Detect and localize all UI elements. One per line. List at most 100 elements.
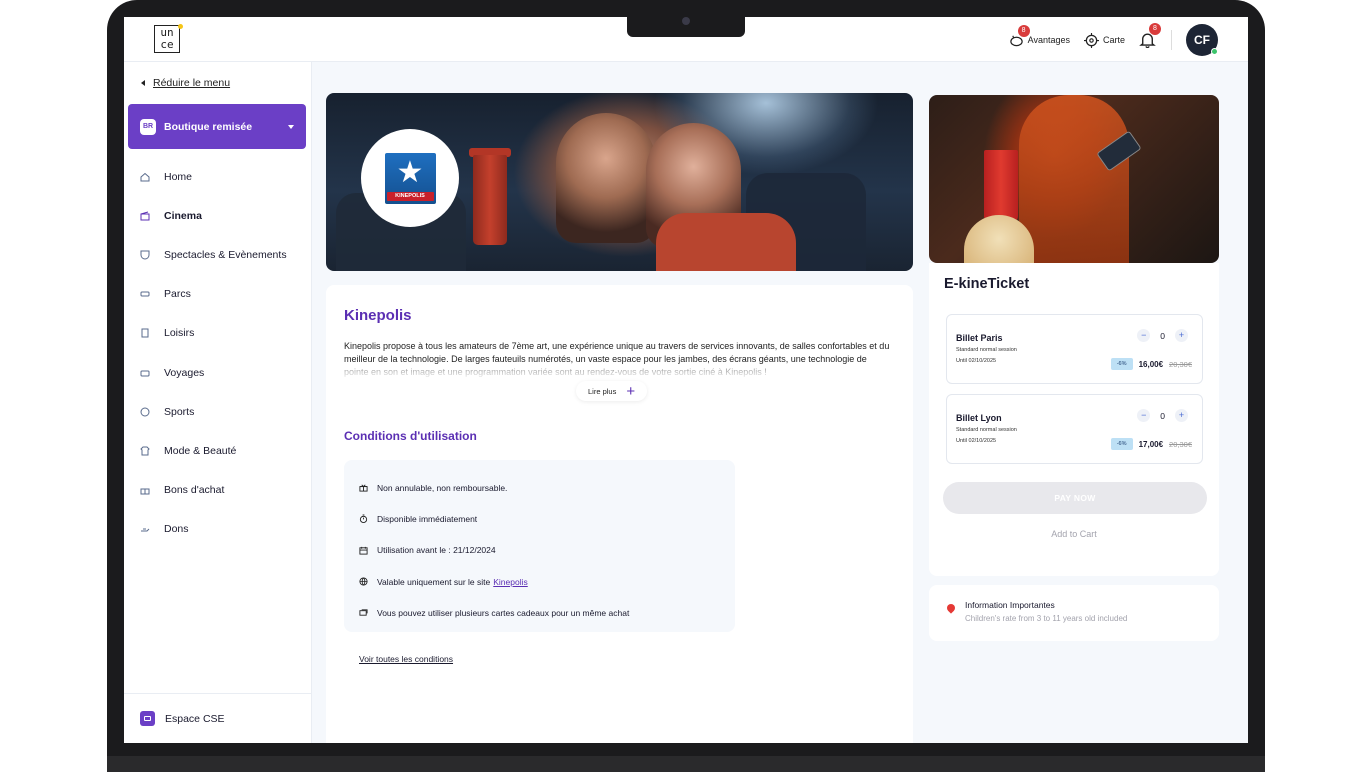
view-all-conditions-link[interactable]: Voir toutes les conditions bbox=[359, 654, 453, 664]
sidebar-item-home[interactable]: Home bbox=[124, 157, 312, 196]
logo-dot bbox=[178, 24, 183, 29]
camera-icon bbox=[682, 17, 690, 25]
old-price: 20,30€ bbox=[1169, 359, 1192, 369]
sidebar-item-mode-beaute[interactable]: Mode & Beauté bbox=[124, 431, 312, 470]
shop-selector[interactable]: BR Boutique remisée bbox=[128, 104, 306, 149]
ticket-offer: Billet Lyon Standard normal session Unti… bbox=[946, 394, 1203, 464]
laptop-base bbox=[107, 756, 1265, 772]
globe-icon bbox=[359, 577, 368, 586]
sidebar-item-dons[interactable]: Dons bbox=[124, 510, 312, 549]
fashion-icon bbox=[140, 446, 150, 456]
advantages-badge: 8 bbox=[1017, 24, 1030, 37]
sidebar-item-label: Loisirs bbox=[164, 327, 195, 340]
notifications-badge: 8 bbox=[1149, 23, 1161, 35]
sidebar-item-label: Sports bbox=[164, 405, 195, 418]
home-icon bbox=[140, 172, 150, 182]
condition-item: Utilisation avant le : 21/12/2024 bbox=[344, 535, 735, 566]
read-more-label: Lire plus bbox=[588, 386, 617, 396]
condition-item: Vous pouvez utiliser plusieurs cartes ca… bbox=[344, 597, 735, 628]
sidebar: Réduire le menu BR Boutique remisée Home… bbox=[124, 62, 312, 743]
offer-until: Until 02/10/2025 bbox=[956, 358, 997, 364]
info-title: Information Importantes bbox=[965, 600, 1055, 610]
sidebar-item-bons-achat[interactable]: Bons d'achat bbox=[124, 471, 312, 510]
cinema-icon bbox=[140, 211, 150, 221]
star-icon: ★ bbox=[396, 156, 424, 189]
sidebar-item-sports[interactable]: Sports bbox=[124, 392, 312, 431]
condition-text: Vous pouvez utiliser plusieurs cartes ca… bbox=[377, 607, 630, 618]
topbar-divider bbox=[1171, 30, 1172, 50]
sidebar-item-label: Parcs bbox=[164, 288, 191, 301]
quantity-value: 0 bbox=[1160, 410, 1165, 421]
online-status-dot bbox=[1211, 48, 1218, 55]
kinepolis-site-link[interactable]: Kinepolis bbox=[493, 577, 528, 587]
travel-icon bbox=[140, 368, 150, 378]
old-price: 20,30€ bbox=[1169, 439, 1192, 449]
sidebar-item-label: Voyages bbox=[164, 366, 205, 379]
hero-drink-cup bbox=[473, 155, 507, 245]
avatar[interactable]: CF bbox=[1186, 24, 1218, 56]
decrease-button[interactable]: − bbox=[1137, 409, 1151, 422]
hero-shirt bbox=[656, 213, 796, 271]
hero-banner: ★ KINEPOLIS bbox=[326, 93, 913, 271]
price-row: -6% 17,00€ 20,30€ bbox=[1110, 438, 1192, 450]
sidebar-nav: Home Cinema Spectacles & Evènements Parc… bbox=[124, 157, 312, 549]
sidebar-item-loisirs[interactable]: Loisirs bbox=[124, 314, 312, 353]
info-subtitle: Children's rate from 3 to 11 years old i… bbox=[965, 614, 1128, 623]
increase-button[interactable]: + bbox=[1175, 329, 1188, 342]
offer-name: Billet Lyon bbox=[956, 413, 1002, 423]
map-label: Carte bbox=[1102, 35, 1125, 45]
map-pin-icon bbox=[945, 602, 957, 614]
product-image-cup bbox=[984, 150, 1018, 222]
brand-logo-circle: ★ KINEPOLIS bbox=[361, 129, 459, 227]
notifications-button[interactable]: 8 bbox=[1139, 23, 1161, 49]
decrease-button[interactable]: − bbox=[1137, 329, 1151, 342]
condition-text: Disponible immédiatement bbox=[377, 513, 478, 524]
gift-icon bbox=[140, 485, 150, 495]
sidebar-item-cinema[interactable]: Cinema bbox=[124, 196, 312, 235]
discount-badge: -6% bbox=[1110, 438, 1133, 450]
espace-cse-link[interactable]: Espace CSE bbox=[124, 693, 312, 743]
add-to-cart-button[interactable]: Add to Cart bbox=[929, 529, 1219, 539]
quantity-value: 0 bbox=[1160, 330, 1165, 341]
product-image-person bbox=[1019, 95, 1129, 263]
read-more-button[interactable]: Lire plus + bbox=[576, 381, 648, 401]
advantages-link[interactable]: 8 Avantages bbox=[1009, 24, 1070, 48]
pay-now-button[interactable]: PAY NOW bbox=[943, 482, 1207, 514]
top-actions: 8 Avantages Carte 8 CF bbox=[1009, 23, 1218, 56]
stopwatch-icon bbox=[359, 514, 368, 524]
advantages-label: Avantages bbox=[1027, 35, 1070, 45]
condition-text: Non annulable, non remboursable. bbox=[377, 482, 508, 493]
donation-icon bbox=[140, 524, 150, 534]
ticket-icon bbox=[140, 289, 150, 299]
sidebar-item-label: Dons bbox=[164, 523, 189, 536]
sidebar-item-label: Mode & Beauté bbox=[164, 444, 237, 457]
sidebar-item-label: Cinema bbox=[164, 209, 202, 222]
offer-subtitle: Standard normal session bbox=[956, 427, 1017, 433]
offer-subtitle: Standard normal session bbox=[956, 347, 1017, 353]
reduce-menu-label: Réduire le menu bbox=[153, 77, 231, 89]
unce-logo[interactable]: un ce bbox=[154, 24, 183, 53]
leisure-icon bbox=[140, 328, 150, 338]
sidebar-item-voyages[interactable]: Voyages bbox=[124, 353, 312, 392]
sidebar-item-spectacles[interactable]: Spectacles & Evènements bbox=[124, 235, 312, 274]
sidebar-item-label: Bons d'achat bbox=[164, 484, 225, 497]
sports-icon bbox=[140, 407, 150, 417]
plus-icon: + bbox=[626, 382, 636, 400]
conditions-title: Conditions d'utilisation bbox=[344, 429, 477, 443]
increase-button[interactable]: + bbox=[1175, 409, 1188, 422]
app-screen: un ce 8 Avantages Carte 8 CF Réduire le … bbox=[124, 17, 1248, 743]
cards-icon bbox=[359, 608, 368, 617]
sidebar-item-parcs[interactable]: Parcs bbox=[124, 275, 312, 314]
discount-badge: -6% bbox=[1110, 358, 1133, 370]
price-row: -6% 16,00€ 20,30€ bbox=[1110, 358, 1192, 370]
cse-icon bbox=[140, 711, 155, 726]
map-link[interactable]: Carte bbox=[1083, 32, 1125, 48]
important-info-card: Information Importantes Children's rate … bbox=[929, 585, 1219, 641]
sidebar-item-label: Spectacles & Evènements bbox=[164, 248, 287, 261]
ticket-purchase-card: E-kineTicket Billet Paris Standard norma… bbox=[929, 263, 1219, 576]
condition-item: Non annulable, non remboursable. bbox=[344, 472, 735, 503]
reduce-menu-link[interactable]: Réduire le menu bbox=[141, 77, 230, 89]
offer-details-card: Kinepolis Kinepolis propose à tous les a… bbox=[326, 285, 913, 743]
ticket-offer: Billet Paris Standard normal session Unt… bbox=[946, 314, 1203, 384]
hero-person bbox=[556, 113, 656, 243]
